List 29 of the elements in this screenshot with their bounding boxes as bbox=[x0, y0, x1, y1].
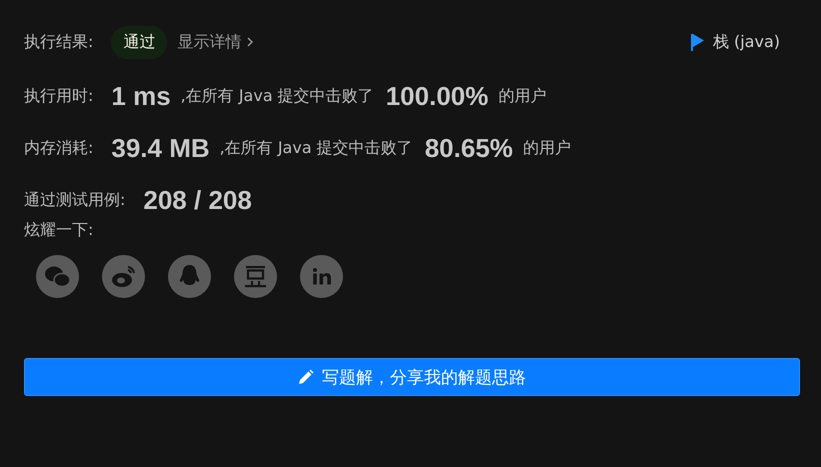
share-label: 炫耀一下: bbox=[24, 220, 94, 241]
flag-icon bbox=[690, 33, 705, 51]
stat-suffix: 的用户 bbox=[498, 86, 546, 106]
result-label: 执行结果: bbox=[24, 32, 94, 52]
stat-label: 执行用时: bbox=[24, 86, 94, 106]
details-link[interactable]: 显示详情 bbox=[177, 32, 254, 52]
stat-value: 1 ms bbox=[111, 80, 171, 112]
stat-suffix: 的用户 bbox=[522, 138, 571, 158]
share-button[interactable] bbox=[300, 255, 343, 298]
douban-icon bbox=[234, 255, 277, 298]
write-solution-button[interactable]: 写题解，分享我的解题思路 bbox=[24, 358, 800, 396]
chat-bubbles-icon bbox=[36, 255, 79, 298]
tag-link[interactable]: 栈 (java) bbox=[690, 32, 780, 52]
stat-text: ,在所有 Java 提交中击败了 bbox=[220, 138, 413, 158]
stat-label: 内存消耗: bbox=[24, 138, 94, 158]
stat-value: 39.4 MB bbox=[111, 132, 210, 164]
linkedin-icon bbox=[300, 255, 343, 298]
chevron-icon bbox=[247, 37, 254, 47]
status-badge: 通过 bbox=[111, 26, 168, 58]
tests-label: 通过测试用例: bbox=[24, 190, 126, 210]
stat-percent: 100.00% bbox=[386, 80, 488, 112]
pencil-icon bbox=[298, 369, 314, 385]
tests-value: 208 / 208 bbox=[143, 184, 252, 216]
stat-text: ,在所有 Java 提交中击败了 bbox=[180, 86, 374, 106]
penguin-icon bbox=[168, 255, 211, 298]
share-button[interactable] bbox=[168, 255, 211, 298]
stat-percent: 80.65% bbox=[424, 132, 513, 164]
share-button[interactable] bbox=[36, 255, 79, 298]
share-button[interactable] bbox=[234, 255, 277, 298]
